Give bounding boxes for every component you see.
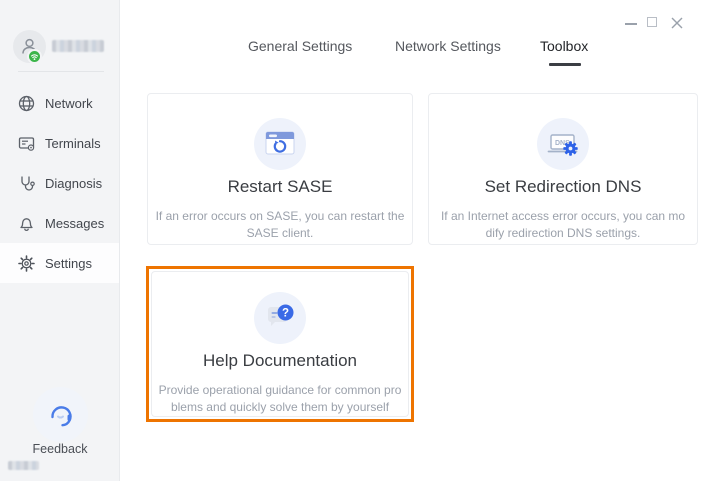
sidebar-item-label: Network xyxy=(45,95,93,111)
feedback-label: Feedback xyxy=(32,442,88,456)
sidebar-item-label: Settings xyxy=(45,255,92,271)
restart-window-icon xyxy=(254,118,306,170)
card-description: Provide operational guidance for common … xyxy=(158,383,402,414)
card-description: If an error occurs on SASE, you can rest… xyxy=(155,209,405,240)
minimize-icon[interactable] xyxy=(625,23,637,25)
globe-icon xyxy=(17,94,35,112)
feedback-button[interactable] xyxy=(33,387,88,442)
dns-gear-icon: DNS xyxy=(537,118,589,170)
bell-icon xyxy=(17,214,35,232)
maximize-icon[interactable] xyxy=(647,17,657,27)
card-title: Help Documentation xyxy=(202,351,358,370)
stethoscope-icon xyxy=(17,174,35,192)
app-window: Network Terminals Diagnosis Messages Set… xyxy=(0,0,721,481)
version-redacted xyxy=(8,461,39,470)
tab-toolbox[interactable]: Toolbox xyxy=(540,38,588,54)
username-redacted xyxy=(52,40,104,52)
online-status-icon xyxy=(27,49,42,64)
headset-icon xyxy=(50,405,72,426)
card-set-redirection-dns[interactable]: DNS Set Redirection DNS If an Internet a… xyxy=(428,93,698,245)
help-chat-icon: ? xyxy=(254,292,306,344)
card-restart-sase[interactable]: Restart SASE If an error occurs on SASE,… xyxy=(147,93,413,245)
tab-general-settings[interactable]: General Settings xyxy=(248,38,352,54)
terminal-screen-icon xyxy=(17,134,35,152)
card-title: Set Redirection DNS xyxy=(484,177,642,196)
sidebar: Network Terminals Diagnosis Messages Set… xyxy=(0,0,120,481)
svg-text:?: ? xyxy=(282,308,289,320)
sidebar-item-label: Terminals xyxy=(45,135,101,151)
sidebar-item-network[interactable]: Network xyxy=(0,83,119,123)
sidebar-item-label: Diagnosis xyxy=(45,175,103,191)
sidebar-item-label: Messages xyxy=(45,215,105,231)
active-tab-underline xyxy=(549,63,581,66)
card-title: Restart SASE xyxy=(227,177,333,196)
card-description: If an Internet access error occurs, you … xyxy=(440,209,686,240)
sidebar-item-terminals[interactable]: Terminals xyxy=(0,123,119,163)
sidebar-item-diagnosis[interactable]: Diagnosis xyxy=(0,163,119,203)
sidebar-item-messages[interactable]: Messages xyxy=(0,203,119,243)
window-controls xyxy=(611,0,721,34)
card-help-documentation[interactable]: ? Help Documentation Provide operational… xyxy=(151,271,409,417)
highlight-annotation-ring: ? Help Documentation Provide operational… xyxy=(146,266,414,422)
tab-network-settings[interactable]: Network Settings xyxy=(395,38,501,54)
divider xyxy=(18,71,104,72)
close-icon[interactable] xyxy=(671,16,683,29)
gear-icon xyxy=(17,254,35,272)
sidebar-item-settings[interactable]: Settings xyxy=(0,243,119,283)
sidebar-nav: Network Terminals Diagnosis Messages Set… xyxy=(0,83,119,283)
